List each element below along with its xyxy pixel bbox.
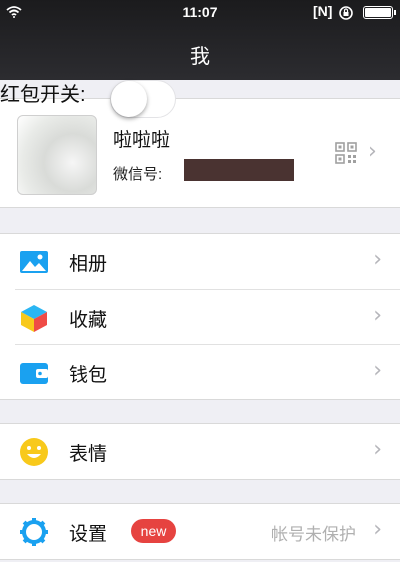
menu-item-label: 设置: [69, 524, 108, 545]
menu-group-main: 相册 › 收藏 › 钱包 ›: [0, 233, 400, 400]
menu-item-label: 表情: [69, 444, 108, 465]
qr-code-icon[interactable]: [335, 142, 357, 164]
gear-icon: [19, 517, 49, 547]
profile-card[interactable]: 啦啦啦 微信号: ›: [0, 98, 400, 208]
nfc-indicator: [N]: [313, 3, 333, 19]
chevron-right-icon: ›: [373, 247, 382, 272]
smiley-icon: [19, 437, 49, 467]
menu-item-label: 收藏: [69, 310, 108, 331]
chevron-right-icon: ›: [373, 517, 382, 542]
menu-item-settings[interactable]: 设置 new 帐号未保护 ›: [0, 504, 400, 559]
redpacket-toggle[interactable]: [110, 80, 176, 118]
chevron-right-icon: ›: [373, 303, 382, 328]
top-bar: 11:07 [N] 我: [0, 0, 400, 80]
chevron-right-icon: ›: [368, 139, 377, 164]
menu-item-favorites[interactable]: 收藏 ›: [15, 289, 400, 344]
menu-item-wallet[interactable]: 钱包 ›: [15, 344, 400, 399]
chevron-right-icon: ›: [373, 358, 382, 383]
toggle-knob: [111, 81, 147, 117]
avatar[interactable]: [17, 115, 97, 195]
menu-item-stickers[interactable]: 表情 ›: [0, 424, 400, 479]
rotation-lock-icon: [338, 5, 354, 24]
profile-name: 啦啦啦: [113, 130, 171, 151]
account-status-text: 帐号未保护: [271, 525, 356, 544]
album-icon: [19, 247, 49, 277]
menu-item-album[interactable]: 相册 ›: [0, 234, 400, 289]
wechat-id-redacted: [184, 159, 294, 181]
battery-icon: [363, 6, 396, 19]
wechat-id-label: 微信号:: [113, 166, 163, 183]
menu-item-label: 钱包: [69, 365, 108, 386]
page-title: 我: [190, 46, 210, 68]
wallet-icon: [19, 358, 49, 388]
favorites-cube-icon: [19, 303, 49, 333]
menu-group-stickers: 表情 ›: [0, 423, 400, 480]
chevron-right-icon: ›: [373, 437, 382, 462]
redpacket-switch-label: 红包开关:: [0, 84, 86, 106]
menu-group-settings: 设置 new 帐号未保护 ›: [0, 503, 400, 560]
status-bar: 11:07 [N]: [0, 0, 400, 26]
new-badge: new: [131, 519, 176, 543]
menu-item-label: 相册: [69, 254, 108, 275]
